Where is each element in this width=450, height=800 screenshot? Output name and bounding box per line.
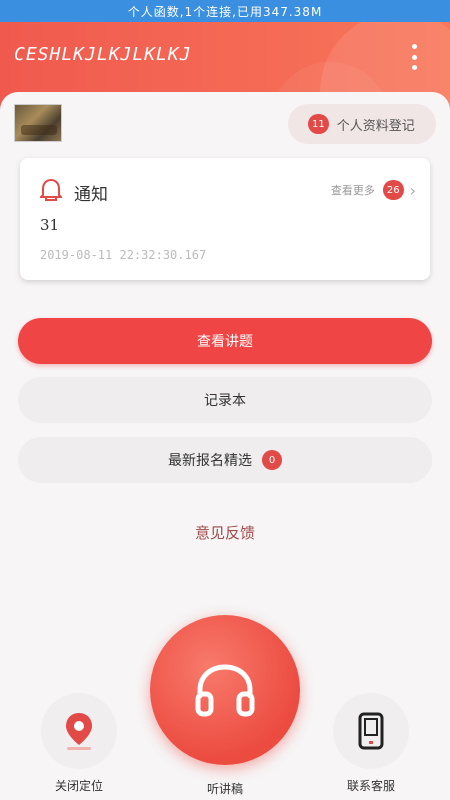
contact-service-label: 联系客服 [346,779,395,793]
contact-button-circle [333,693,409,769]
status-bar: 个人函数,1个连接,已用347.38M [0,0,450,22]
profile-badge: 11 [308,114,329,134]
latest-picks-badge: 0 [262,450,282,470]
status-text: 个人函数,1个连接,已用347.38M [127,4,323,19]
notice-timestamp: 2019-08-11 22:32:30.167 [40,248,207,262]
headphones-icon [195,664,255,717]
app-title: CESHLKJLKJLKLKJ [14,44,192,65]
latest-picks-button[interactable]: 最新报名精选 0 [18,437,432,483]
view-lectures-label: 查看讲题 [197,334,253,350]
more-menu-icon[interactable] [408,44,420,70]
close-location-label: 关闭定位 [54,779,103,793]
profile-label: 个人资料登记 [336,118,415,134]
latest-picks-label: 最新报名精选 [168,453,252,469]
listen-button[interactable] [150,615,300,765]
feedback-link[interactable]: 意见反馈 [0,522,450,543]
view-lectures-button[interactable]: 查看讲题 [18,318,432,364]
close-location-button[interactable]: 关闭定位 [34,693,124,794]
notice-card[interactable]: 通知 查看更多 26 › 31 2019-08-11 22:32:30.167 [20,158,430,280]
listen-label: 听讲稿 [206,782,243,796]
notepad-label: 记录本 [204,393,246,409]
contact-service-button[interactable]: 联系客服 [326,693,416,794]
location-button-circle [41,693,117,769]
notice-body: 31 [40,216,60,234]
location-pin-icon [66,713,92,750]
chevron-right-icon: › [409,180,416,200]
avatar[interactable] [14,104,62,142]
view-more-label: 查看更多 [330,184,375,197]
profile-registration-button[interactable]: 11 个人资料登记 [288,104,436,144]
bell-icon [40,178,62,201]
notice-count-badge: 26 [382,180,404,200]
view-more-link[interactable]: 查看更多 26 › [331,180,416,200]
phone-icon [358,712,384,750]
notepad-button[interactable]: 记录本 [18,377,432,423]
notice-title: 通知 [74,185,108,205]
